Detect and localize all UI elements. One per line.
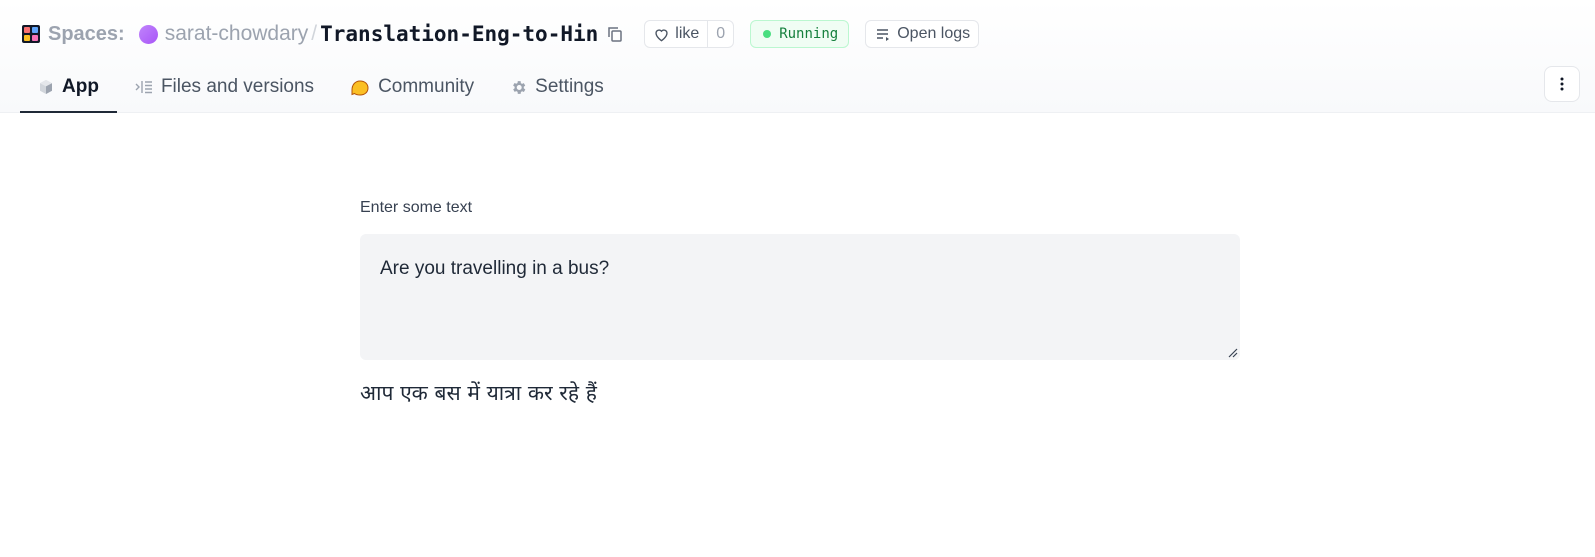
like-label: like (675, 25, 700, 42)
tab-app-label: App (62, 76, 99, 97)
space-title-row: Spaces: sarat-chowdary / Translation-Eng… (22, 17, 980, 51)
vertical-dots-icon (1560, 77, 1564, 91)
text-input[interactable]: Are you travelling in a bus? (360, 234, 1240, 360)
tab-community-label: Community (378, 76, 475, 97)
like-button[interactable]: like 0 (644, 20, 735, 48)
logs-icon (877, 28, 890, 41)
tab-settings-label: Settings (535, 76, 604, 97)
files-icon (135, 81, 152, 94)
owner-link[interactable]: sarat-chowdary (165, 22, 309, 46)
text-input-value: Are you travelling in a bus? (380, 258, 610, 279)
gear-icon (513, 80, 526, 94)
translation-output: आप एक बस में यात्रा कर रहे हैं (360, 381, 597, 405)
path-separator: / (311, 22, 318, 45)
repo-name-link[interactable]: Translation-Eng-to-Hin (320, 22, 598, 46)
like-count[interactable]: 0 (707, 21, 733, 47)
spaces-label[interactable]: Spaces: (48, 23, 125, 46)
tab-settings[interactable]: Settings (492, 63, 622, 113)
community-icon (351, 80, 369, 96)
page-header: Spaces: sarat-chowdary / Translation-Eng… (0, 0, 1595, 113)
more-options-button[interactable] (1544, 66, 1580, 102)
tab-files-label: Files and versions (160, 76, 315, 97)
space-tabs: App Files and versions Community Setting… (20, 63, 622, 113)
resize-handle-icon[interactable] (1228, 348, 1238, 358)
input-label: Enter some text (360, 199, 473, 216)
tab-community[interactable]: Community (332, 63, 492, 113)
cube-icon (40, 80, 52, 94)
open-logs-label: Open logs (897, 25, 971, 42)
open-logs-button[interactable]: Open logs (865, 20, 980, 48)
copy-icon[interactable] (606, 25, 624, 43)
tab-app[interactable]: App (20, 63, 117, 113)
heart-icon (655, 28, 668, 41)
status-dot-icon (763, 30, 772, 38)
spaces-logo-icon[interactable] (22, 25, 40, 43)
owner-avatar[interactable] (138, 24, 158, 44)
status-text: Running (779, 26, 839, 42)
status-badge[interactable]: Running (750, 20, 850, 48)
like-toggle[interactable]: like (645, 21, 707, 47)
tab-files-and-versions[interactable]: Files and versions (117, 63, 332, 113)
